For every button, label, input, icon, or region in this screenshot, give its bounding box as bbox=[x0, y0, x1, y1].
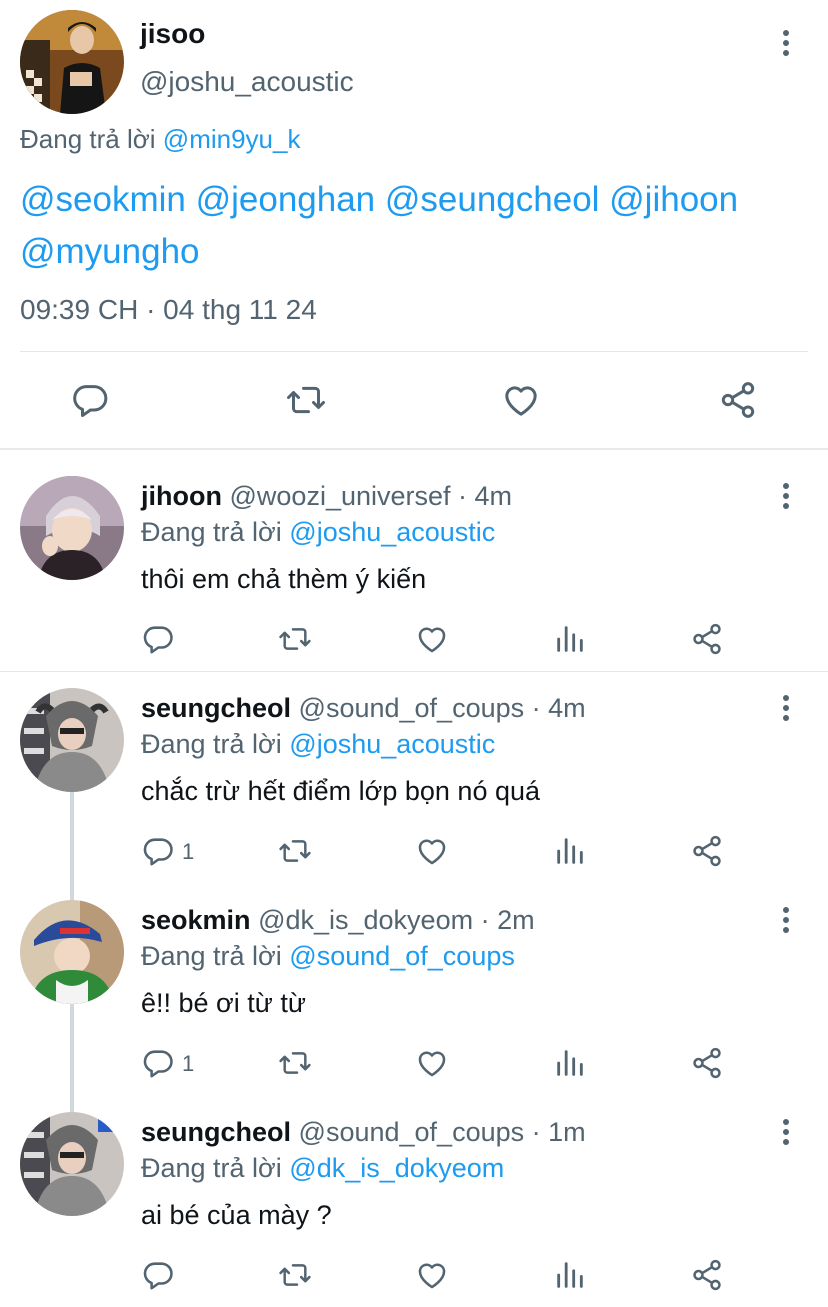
kebab-icon[interactable] bbox=[780, 30, 792, 70]
retweet-icon[interactable] bbox=[277, 1046, 313, 1080]
reply-text: chắc trừ hết điểm lớp bọn nó quá bbox=[141, 776, 541, 806]
views-icon[interactable] bbox=[553, 834, 587, 868]
retweet-icon[interactable] bbox=[284, 380, 328, 420]
reply-context: Đang trả lời @joshu_acoustic bbox=[141, 729, 495, 760]
reply-header: seungcheol @sound_of_coups · 1m bbox=[141, 1117, 586, 1148]
tweet-text: @seokmin @jeonghan @seungcheol @jihoon @… bbox=[20, 174, 738, 278]
like-icon[interactable] bbox=[415, 622, 449, 656]
reply-count: 1 bbox=[182, 839, 195, 864]
handle[interactable]: @woozi_universef bbox=[230, 481, 451, 511]
reply-to-link[interactable]: @joshu_acoustic bbox=[289, 517, 495, 547]
reply-text: thôi em chả thèm ý kiến bbox=[141, 564, 427, 594]
reply-text: ai bé của mày ? bbox=[141, 1200, 332, 1230]
avatar[interactable] bbox=[20, 10, 124, 114]
retweet-icon[interactable] bbox=[277, 834, 313, 868]
time-ago[interactable]: · 4m bbox=[532, 693, 586, 723]
share-icon[interactable] bbox=[690, 834, 724, 868]
main-tweet: jisoo @joshu_acoustic Đang trả lời @min9… bbox=[0, 0, 828, 450]
reply-tweet[interactable]: seungcheol @sound_of_coups · 4m Đang trả… bbox=[0, 672, 828, 884]
like-icon[interactable] bbox=[415, 1258, 449, 1292]
avatar[interactable] bbox=[20, 476, 124, 580]
retweet-icon[interactable] bbox=[277, 1258, 313, 1292]
reply-text: ê!! bé ơi từ từ bbox=[141, 988, 306, 1018]
reply-icon[interactable] bbox=[141, 1258, 175, 1292]
share-icon[interactable] bbox=[690, 622, 724, 656]
reply-to-link[interactable]: @sound_of_coups bbox=[289, 941, 515, 971]
reply-context: Đang trả lời @sound_of_coups bbox=[141, 941, 515, 972]
kebab-icon[interactable] bbox=[780, 1119, 792, 1159]
reply-tweet[interactable]: seokmin @dk_is_dokyeom · 2m Đang trả lời… bbox=[0, 884, 828, 1096]
share-icon[interactable] bbox=[718, 380, 758, 420]
display-name[interactable]: seokmin bbox=[141, 905, 251, 935]
display-name[interactable]: jisoo bbox=[140, 18, 205, 50]
reply-prefix: Đang trả lời bbox=[141, 941, 282, 971]
views-icon[interactable] bbox=[553, 1046, 587, 1080]
retweet-icon[interactable] bbox=[277, 622, 313, 656]
reply-prefix: Đang trả lời bbox=[141, 1153, 282, 1183]
like-icon[interactable] bbox=[415, 1046, 449, 1080]
reply-prefix: Đang trả lời bbox=[141, 517, 282, 547]
kebab-icon[interactable] bbox=[780, 483, 792, 523]
reply-prefix: Đang trả lời bbox=[20, 124, 156, 154]
handle[interactable]: @sound_of_coups bbox=[299, 1117, 525, 1147]
views-icon[interactable] bbox=[553, 622, 587, 656]
mentions-line-1[interactable]: @seokmin @jeonghan @seungcheol @jihoon bbox=[20, 174, 738, 226]
reply-tweet[interactable]: jihoon @woozi_universef · 4m Đang trả lờ… bbox=[0, 450, 828, 670]
kebab-icon[interactable] bbox=[780, 695, 792, 735]
reply-to-link[interactable]: @joshu_acoustic bbox=[289, 729, 495, 759]
reply-context: Đang trả lời @min9yu_k bbox=[20, 124, 300, 155]
reply-to-link[interactable]: @min9yu_k bbox=[163, 124, 301, 154]
reply-header: seungcheol @sound_of_coups · 4m bbox=[141, 693, 586, 724]
like-icon[interactable] bbox=[500, 380, 542, 420]
avatar[interactable] bbox=[20, 1112, 124, 1216]
reply-prefix: Đang trả lời bbox=[141, 729, 282, 759]
avatar[interactable] bbox=[20, 688, 124, 792]
handle[interactable]: @dk_is_dokyeom bbox=[258, 905, 473, 935]
reply-header: jihoon @woozi_universef · 4m bbox=[141, 481, 512, 512]
handle[interactable]: @sound_of_coups bbox=[299, 693, 525, 723]
reply-header: seokmin @dk_is_dokyeom · 2m bbox=[141, 905, 535, 936]
display-name[interactable]: seungcheol bbox=[141, 1117, 291, 1147]
views-icon[interactable] bbox=[553, 1258, 587, 1292]
time-ago[interactable]: · 4m bbox=[458, 481, 512, 511]
avatar[interactable] bbox=[20, 900, 124, 1004]
time-ago[interactable]: · 2m bbox=[481, 905, 535, 935]
kebab-icon[interactable] bbox=[780, 907, 792, 947]
time-ago[interactable]: · 1m bbox=[532, 1117, 586, 1147]
reply-icon[interactable] bbox=[141, 834, 175, 868]
display-name[interactable]: seungcheol bbox=[141, 693, 291, 723]
reply-icon[interactable] bbox=[70, 380, 110, 420]
divider bbox=[20, 351, 808, 352]
mentions-line-2[interactable]: @myungho bbox=[20, 226, 738, 278]
handle[interactable]: @joshu_acoustic bbox=[140, 66, 354, 98]
reply-count: 1 bbox=[182, 1051, 195, 1076]
reply-icon[interactable] bbox=[141, 1046, 175, 1080]
reply-context: Đang trả lời @dk_is_dokyeom bbox=[141, 1153, 504, 1184]
reply-context: Đang trả lời @joshu_acoustic bbox=[141, 517, 495, 548]
display-name[interactable]: jihoon bbox=[141, 481, 222, 511]
share-icon[interactable] bbox=[690, 1258, 724, 1292]
reply-tweet[interactable]: seungcheol @sound_of_coups · 1m Đang trả… bbox=[0, 1096, 828, 1307]
timestamp[interactable]: 09:39 CH · 04 thg 11 24 bbox=[20, 294, 317, 326]
like-icon[interactable] bbox=[415, 834, 449, 868]
share-icon[interactable] bbox=[690, 1046, 724, 1080]
reply-icon[interactable] bbox=[141, 622, 175, 656]
reply-to-link[interactable]: @dk_is_dokyeom bbox=[289, 1153, 504, 1183]
